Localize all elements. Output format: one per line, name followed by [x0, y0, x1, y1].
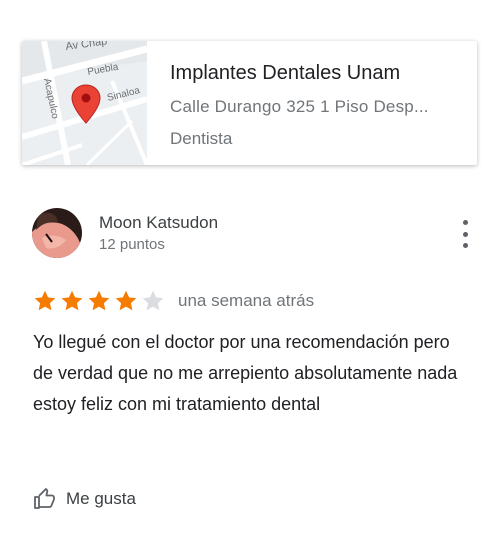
- dot: [462, 231, 468, 237]
- star-filled-icon: [88, 290, 110, 311]
- place-address: Calle Durango 325 1 Piso Desp...: [170, 97, 429, 116]
- star-filled-icon: [115, 290, 137, 311]
- dot: [462, 220, 468, 225]
- rating-row: una semana atrás: [33, 287, 314, 315]
- place-card[interactable]: Av Chap Puebla Sinaloa Acapulco Implante…: [22, 41, 477, 165]
- star-filled-icon: [34, 290, 56, 311]
- place-category: Dentista: [170, 129, 233, 148]
- like-label: Me gusta: [66, 489, 136, 508]
- place-title: Implantes Dentales Unam: [170, 62, 401, 84]
- thumbs-up-icon: [34, 488, 55, 509]
- author-points: 12 puntos: [99, 236, 165, 253]
- like-button[interactable]: Me gusta: [33, 484, 136, 514]
- review-header: Moon Katsudon 12 puntos: [32, 208, 472, 260]
- author-name[interactable]: Moon Katsudon: [99, 213, 218, 233]
- dot: [462, 243, 468, 248]
- review-text: Yo llegué con el doctor por una recomend…: [33, 332, 458, 414]
- star-rating: [33, 289, 168, 313]
- avatar[interactable]: [32, 208, 82, 258]
- more-options-icon[interactable]: [458, 220, 472, 248]
- map-thumbnail: Av Chap Puebla Sinaloa Acapulco: [22, 41, 147, 165]
- star-empty-icon: [142, 290, 164, 311]
- review-date: una semana atrás: [178, 291, 315, 310]
- star-filled-icon: [61, 290, 83, 311]
